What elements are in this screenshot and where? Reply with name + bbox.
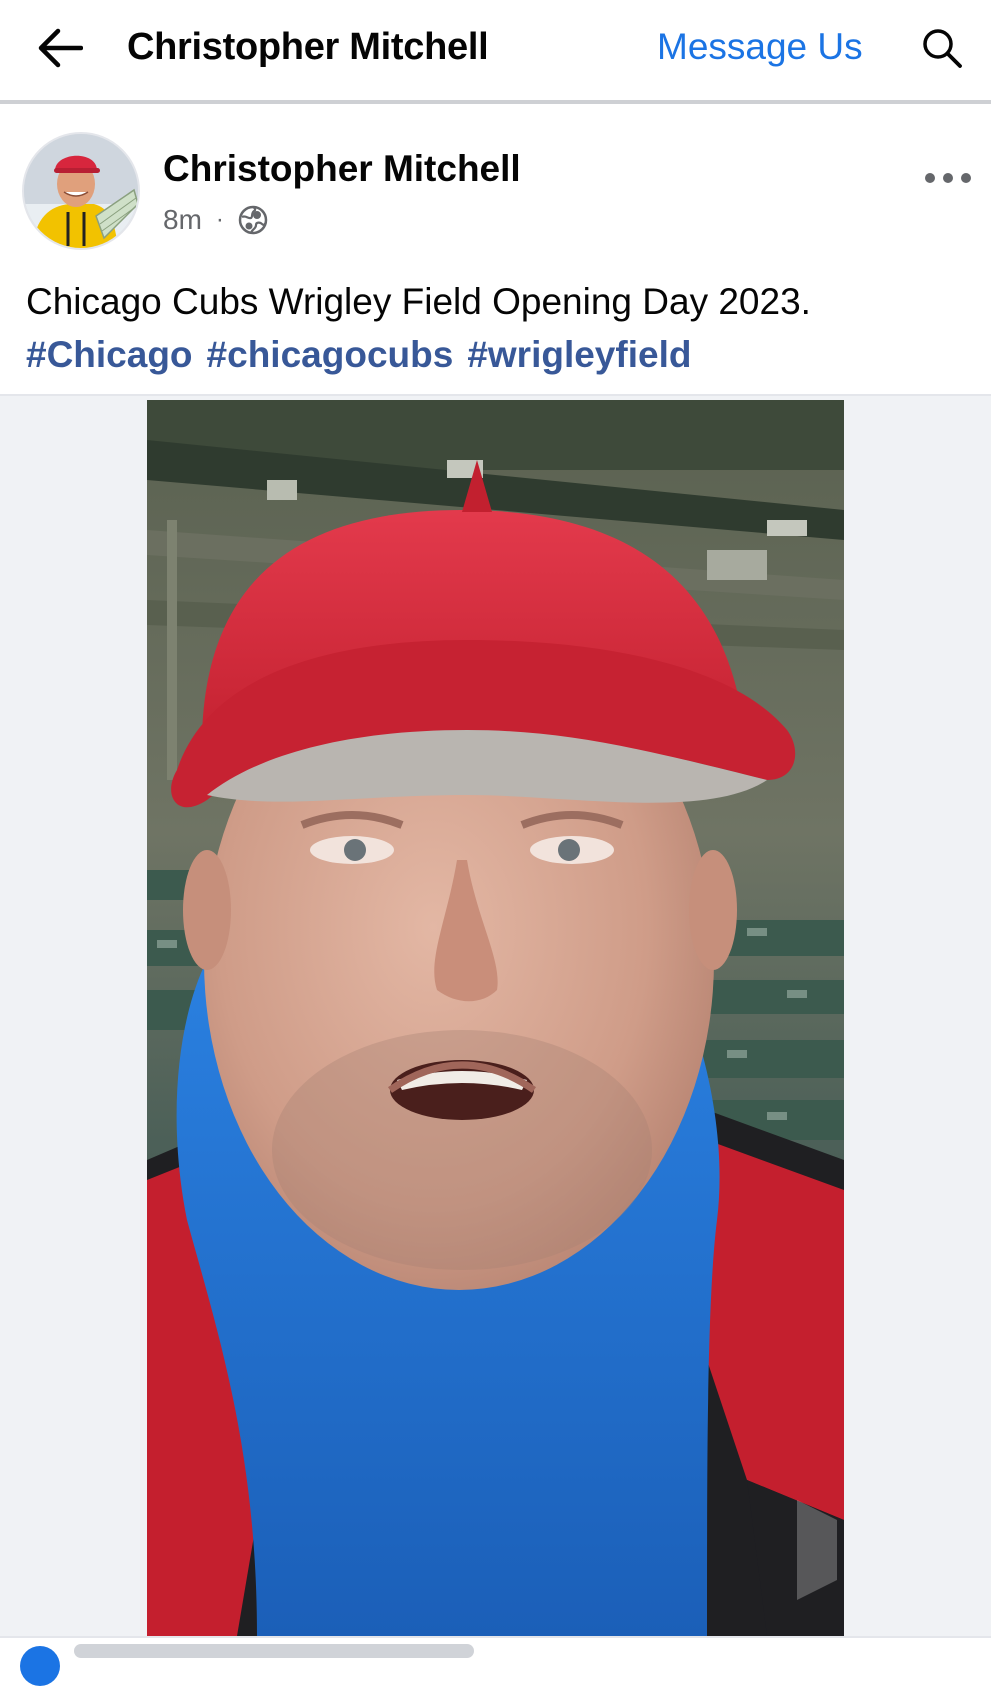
hashtag-wrigleyfield[interactable]: #wrigleyfield <box>467 328 691 381</box>
post-timestamp[interactable]: 8m <box>163 204 202 236</box>
video-frame-image <box>147 400 844 1636</box>
post-more-options-button[interactable] <box>921 158 975 198</box>
more-options-icon <box>925 173 971 183</box>
post-header: Christopher Mitchell 8m · <box>0 108 991 268</box>
search-icon <box>923 29 962 68</box>
post-media-frame <box>0 394 991 1636</box>
avatar-photo <box>24 134 138 248</box>
meta-separator: · <box>215 206 224 233</box>
next-post-peek <box>0 1636 991 1686</box>
nav-page-title: Christopher Mitchell <box>127 26 489 68</box>
post-author-name[interactable]: Christopher Mitchell <box>163 148 521 190</box>
post-body: Chicago Cubs Wrigley Field Opening Day 2… <box>26 275 966 381</box>
hashtag-list: #Chicago #chicagocubs #wrigleyfield <box>26 328 966 381</box>
top-nav-bar: Christopher Mitchell Message Us <box>0 0 991 104</box>
post-meta: 8m · <box>163 204 268 236</box>
next-post-name-placeholder <box>74 1644 474 1658</box>
post-video[interactable] <box>147 400 844 1636</box>
back-button[interactable] <box>34 26 86 70</box>
post-caption: Chicago Cubs Wrigley Field Opening Day 2… <box>26 281 811 322</box>
search-button[interactable] <box>918 24 966 72</box>
next-post-avatar <box>20 1646 60 1686</box>
globe-icon <box>238 205 268 235</box>
author-avatar[interactable] <box>22 132 140 250</box>
hashtag-chicago[interactable]: #Chicago <box>26 328 193 381</box>
arrow-left-icon <box>38 28 83 68</box>
hashtag-chicagocubs[interactable]: #chicagocubs <box>207 328 454 381</box>
message-us-button[interactable]: Message Us <box>657 26 863 68</box>
